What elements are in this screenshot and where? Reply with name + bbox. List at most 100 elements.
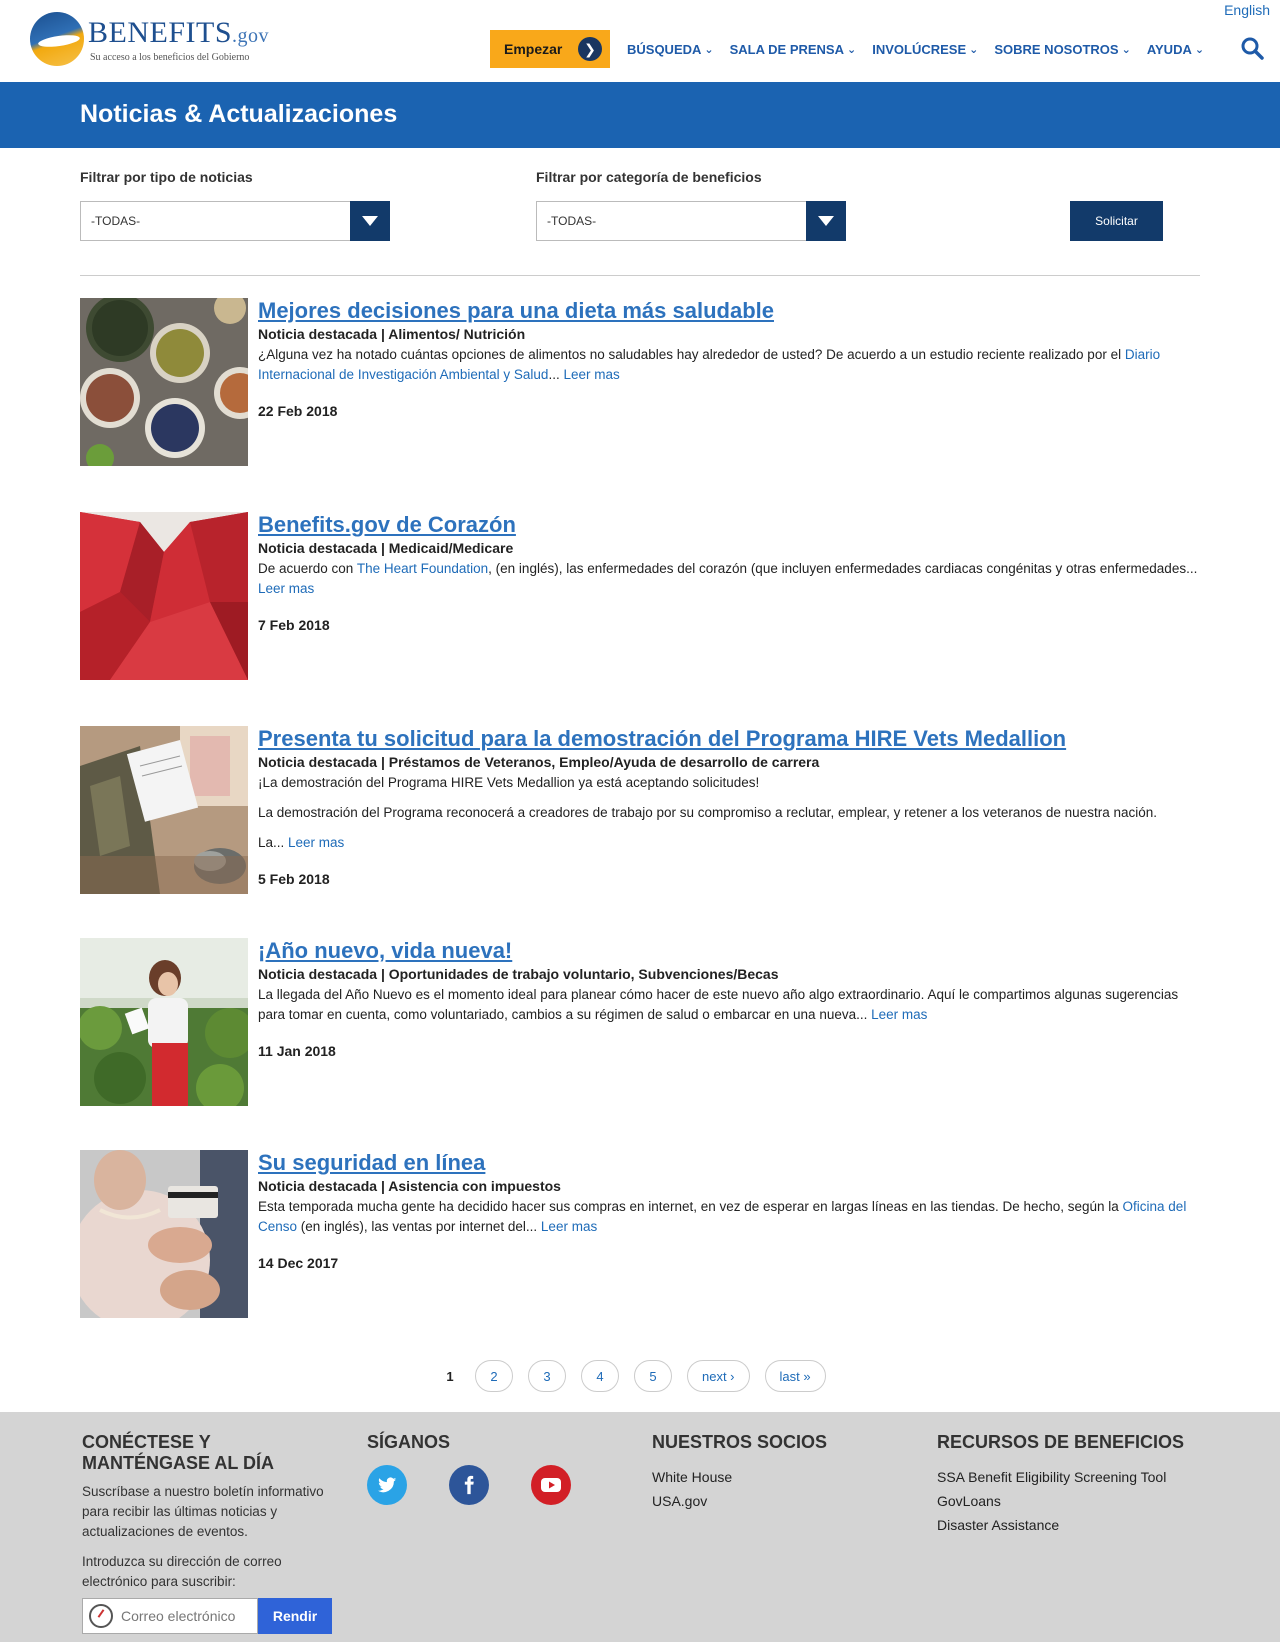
news-item: Mejores decisiones para una dieta más sa… xyxy=(80,298,1200,468)
read-more-link[interactable]: Leer mas xyxy=(288,835,344,850)
partners-heading: NUESTROS SOCIOS xyxy=(652,1432,828,1452)
article-excerpt: De acuerdo con The Heart Foundation, (en… xyxy=(258,561,1198,596)
page-link-3[interactable]: 3 xyxy=(528,1360,566,1392)
twitter-icon[interactable] xyxy=(367,1465,407,1505)
connect-text: Suscríbase a nuestro boletín informativo… xyxy=(82,1484,324,1539)
logo-emblem-icon xyxy=(30,12,84,66)
search-icon[interactable] xyxy=(1240,36,1264,60)
article-date: 11 Jan 2018 xyxy=(258,1043,336,1059)
category-filter-label: Filtrar por categoría de beneficios xyxy=(536,169,762,185)
start-button[interactable]: Empezar ❯ xyxy=(490,30,610,68)
article-category: Noticia destacada | Oportunidades de tra… xyxy=(258,966,779,982)
page-link-5[interactable]: 5 xyxy=(634,1360,672,1392)
page-current: 1 xyxy=(446,1368,454,1384)
article-body: Benefits.gov de Corazón Noticia destacad… xyxy=(258,512,1198,633)
inline-source-link[interactable]: The Heart Foundation xyxy=(357,561,488,576)
social-links xyxy=(367,1465,607,1505)
article-title-link[interactable]: Mejores decisiones para una dieta más sa… xyxy=(258,298,1198,324)
read-more-link[interactable]: Leer mas xyxy=(541,1219,597,1234)
email-prompt: Introduzca su dirección de correo electr… xyxy=(82,1554,282,1589)
read-more-link[interactable]: Leer mas xyxy=(871,1007,927,1022)
article-title-link[interactable]: Su seguridad en línea xyxy=(258,1150,1198,1176)
subscribe-submit-button[interactable]: Rendir xyxy=(258,1598,332,1634)
page-title: Noticias & Actualizaciones xyxy=(80,100,398,128)
article-body: Su seguridad en línea Noticia destacada … xyxy=(258,1150,1198,1271)
article-title-link[interactable]: Benefits.gov de Corazón xyxy=(258,512,1198,538)
language-link-english[interactable]: English xyxy=(1224,2,1270,18)
logo-tagline: Su acceso a los beneficios del Gobierno xyxy=(90,52,250,63)
article-category: Noticia destacada | Préstamos de Veteran… xyxy=(258,754,820,770)
dropdown-arrow-icon[interactable] xyxy=(806,201,846,241)
pagination: 1 2 3 4 5 next › last » xyxy=(440,1360,826,1392)
article-excerpt: Esta temporada mucha gente ha decidido h… xyxy=(258,1199,1187,1234)
page-next[interactable]: next › xyxy=(687,1360,750,1392)
article-date: 5 Feb 2018 xyxy=(258,871,330,887)
article-body: ¡Año nuevo, vida nueva! Noticia destacad… xyxy=(258,938,1198,1059)
footer-follow: SÍGANOS xyxy=(367,1432,607,1505)
article-date: 14 Dec 2017 xyxy=(258,1255,339,1271)
article-thumbnail-woman-plants[interactable] xyxy=(80,938,248,1106)
read-more-link[interactable]: Leer mas xyxy=(258,581,314,596)
article-date: 22 Feb 2018 xyxy=(258,403,338,419)
news-item: Benefits.gov de Corazón Noticia destacad… xyxy=(80,512,1200,682)
divider xyxy=(80,275,1200,276)
article-thumbnail-spices[interactable] xyxy=(80,298,248,466)
logo-wordmark: BENEFITS.gov xyxy=(88,16,270,49)
connect-heading: CONÉCTESE Y MANTÉNGASE AL DÍA xyxy=(82,1432,275,1473)
type-filter-label: Filtrar por tipo de noticias xyxy=(80,169,253,185)
email-field[interactable]: Correo electrónico xyxy=(82,1598,258,1634)
article-category: Noticia destacada | Alimentos/ Nutrición xyxy=(258,326,526,342)
apply-filter-button[interactable]: Solicitar xyxy=(1070,201,1163,241)
article-thumbnail-heart[interactable] xyxy=(80,512,248,680)
page-link-4[interactable]: 4 xyxy=(581,1360,619,1392)
article-body: Mejores decisiones para una dieta más sa… xyxy=(258,298,1198,419)
article-category: Noticia destacada | Asistencia con impue… xyxy=(258,1178,561,1194)
site-header: BENEFITS.gov Su acceso a los beneficios … xyxy=(0,0,1280,82)
chevron-down-icon: ⌄ xyxy=(847,44,857,56)
nav-involucrese[interactable]: INVOLÚCRESE ⌄ xyxy=(872,42,978,57)
facebook-icon[interactable] xyxy=(449,1465,489,1505)
nav-sala-de-prensa[interactable]: SALA DE PRENSA ⌄ xyxy=(730,42,857,57)
footer-connect: CONÉCTESE Y MANTÉNGASE AL DÍA Suscríbase… xyxy=(82,1432,332,1592)
youtube-icon[interactable] xyxy=(531,1465,571,1505)
chevron-down-icon: ⌄ xyxy=(969,44,979,56)
resources-heading: RECURSOS DE BENEFICIOS xyxy=(937,1432,1185,1452)
article-excerpt: La llegada del Año Nuevo es el momento i… xyxy=(258,987,1179,1022)
chevron-down-icon: ⌄ xyxy=(704,44,714,56)
nav-ayuda[interactable]: AYUDA ⌄ xyxy=(1147,42,1204,57)
article-excerpt: ¿Alguna vez ha notado cuántas opciones d… xyxy=(258,347,1161,382)
category-filter-select[interactable]: -TODAS- xyxy=(536,201,846,241)
read-more-link[interactable]: Leer mas xyxy=(563,367,619,382)
article-title-link[interactable]: Presenta tu solicitud para la demostraci… xyxy=(258,726,1198,752)
news-filters: Filtrar por tipo de noticias -TODAS- Fil… xyxy=(80,160,1200,260)
main-nav: BÚSQUEDA ⌄ SALA DE PRENSA ⌄ INVOLÚCRESE ⌄ S… xyxy=(627,42,1204,57)
news-item: Su seguridad en línea Noticia destacada … xyxy=(80,1150,1200,1320)
dropdown-arrow-icon[interactable] xyxy=(350,201,390,241)
nav-sobre-nosotros[interactable]: SOBRE NOSOTROS ⌄ xyxy=(994,42,1130,57)
newsletter-form: Correo electrónico Rendir xyxy=(82,1598,332,1634)
follow-heading: SÍGANOS xyxy=(367,1432,451,1452)
page-banner: Noticias & Actualizaciones xyxy=(0,82,1280,148)
resource-link-govloans[interactable]: GovLoans xyxy=(937,1489,1237,1513)
article-thumbnail-credit-card[interactable] xyxy=(80,1150,248,1318)
benefits-gov-logo[interactable]: BENEFITS.gov Su acceso a los beneficios … xyxy=(30,10,269,70)
resource-link-ssa-tool[interactable]: SSA Benefit Eligibility Screening Tool xyxy=(937,1465,1237,1489)
chevron-down-icon: ⌄ xyxy=(1121,44,1131,56)
article-title-link[interactable]: ¡Año nuevo, vida nueva! xyxy=(258,938,1198,964)
news-item: Presenta tu solicitud para la demostraci… xyxy=(80,726,1200,896)
clock-icon xyxy=(89,1604,113,1628)
page-last[interactable]: last » xyxy=(764,1360,826,1392)
article-thumbnail-veteran[interactable] xyxy=(80,726,248,894)
nav-busqueda[interactable]: BÚSQUEDA ⌄ xyxy=(627,42,714,57)
article-date: 7 Feb 2018 xyxy=(258,617,330,633)
resource-link-disaster-assistance[interactable]: Disaster Assistance xyxy=(937,1513,1237,1537)
news-item: ¡Año nuevo, vida nueva! Noticia destacad… xyxy=(80,938,1200,1108)
article-excerpt: ¡La demostración del Programa HIRE Vets … xyxy=(258,775,1157,850)
page-link-2[interactable]: 2 xyxy=(475,1360,513,1392)
footer-partners: NUESTROS SOCIOS White House USA.gov xyxy=(652,1432,892,1513)
partner-link-usa-gov[interactable]: USA.gov xyxy=(652,1489,892,1513)
chevron-right-icon: ❯ xyxy=(578,37,602,61)
partner-link-white-house[interactable]: White House xyxy=(652,1465,892,1489)
type-filter-select[interactable]: -TODAS- xyxy=(80,201,390,241)
footer-resources: RECURSOS DE BENEFICIOS SSA Benefit Eligi… xyxy=(937,1432,1237,1537)
